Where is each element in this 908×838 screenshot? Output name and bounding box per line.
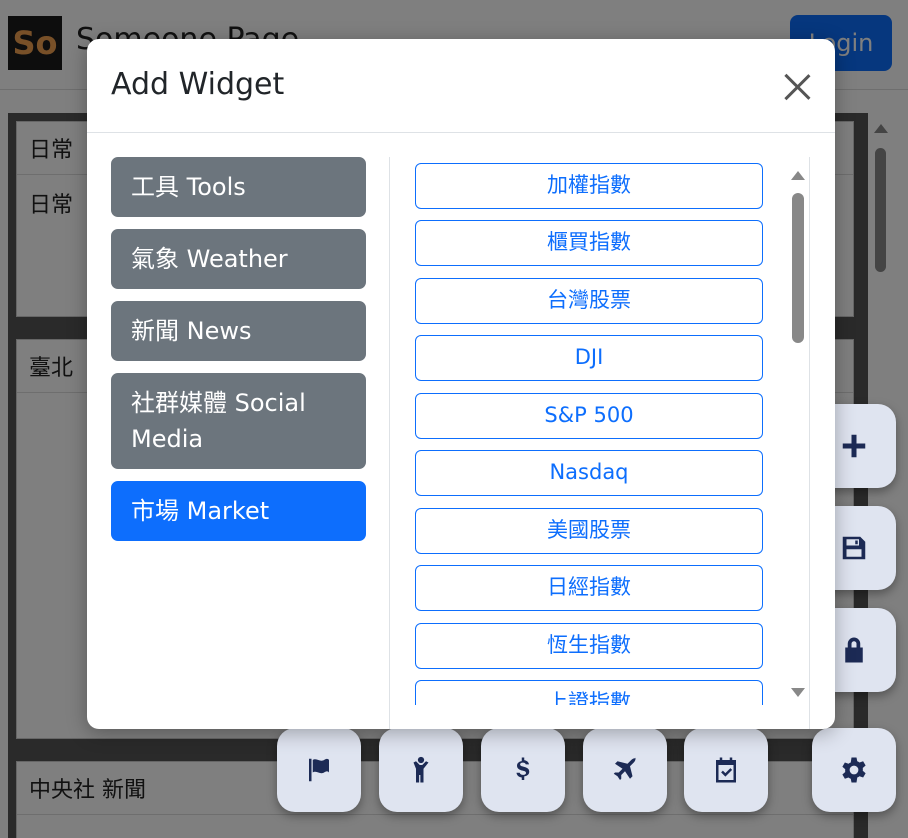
calendar-fab-button[interactable] (684, 728, 768, 812)
scroll-track-divider (809, 157, 810, 729)
scroll-up-arrow-icon[interactable] (791, 171, 805, 180)
lock-icon (845, 637, 863, 663)
plane-icon (613, 757, 637, 780)
scroll-down-arrow-icon[interactable] (791, 688, 805, 697)
category-social-media-button[interactable]: 社群媒體 Social Media (111, 373, 366, 469)
dollar-fab-button[interactable] (481, 728, 565, 812)
category-market-button[interactable]: 市場 Market (111, 481, 366, 541)
flag-fab-button[interactable] (277, 728, 361, 812)
widget-option-button[interactable]: 美國股票 (415, 508, 763, 554)
dollar-icon (516, 757, 530, 780)
gear-icon (842, 757, 866, 783)
category-list: 工具 Tools 氣象 Weather 新聞 News 社群媒體 Social … (111, 157, 366, 553)
close-icon[interactable] (779, 69, 815, 105)
widget-option-button[interactable]: DJI (415, 335, 763, 381)
widget-list: 加權指數 櫃買指數 台灣股票 DJI S&P 500 Nasdaq 美國股票 日… (390, 157, 810, 705)
modal-header: Add Widget (87, 39, 835, 133)
widget-option-button[interactable]: 加權指數 (415, 163, 763, 209)
plus-icon (842, 434, 866, 458)
calendar-check-icon (716, 757, 736, 783)
widget-option-button[interactable]: 恆生指數 (415, 623, 763, 669)
add-widget-modal: Add Widget 工具 Tools 氣象 Weather 新聞 News 社… (87, 39, 835, 729)
widget-option-button[interactable]: 櫃買指數 (415, 220, 763, 266)
plane-fab-button[interactable] (583, 728, 667, 812)
child-icon (413, 756, 429, 783)
widget-option-button[interactable]: 台灣股票 (415, 278, 763, 324)
category-weather-button[interactable]: 氣象 Weather (111, 229, 366, 289)
widget-list-scrollbar[interactable] (790, 167, 806, 697)
category-tools-button[interactable]: 工具 Tools (111, 157, 366, 217)
widget-option-button[interactable]: Nasdaq (415, 450, 763, 496)
scrollbar-thumb[interactable] (792, 193, 804, 343)
child-fab-button[interactable] (379, 728, 463, 812)
settings-fab-button[interactable] (812, 728, 896, 812)
flag-icon (309, 758, 329, 782)
widget-option-button[interactable]: 日經指數 (415, 565, 763, 611)
widget-option-button[interactable]: 上證指數 (415, 680, 763, 705)
save-icon (842, 536, 866, 560)
category-news-button[interactable]: 新聞 News (111, 301, 366, 361)
modal-title: Add Widget (111, 67, 285, 102)
widget-option-button[interactable]: S&P 500 (415, 393, 763, 439)
